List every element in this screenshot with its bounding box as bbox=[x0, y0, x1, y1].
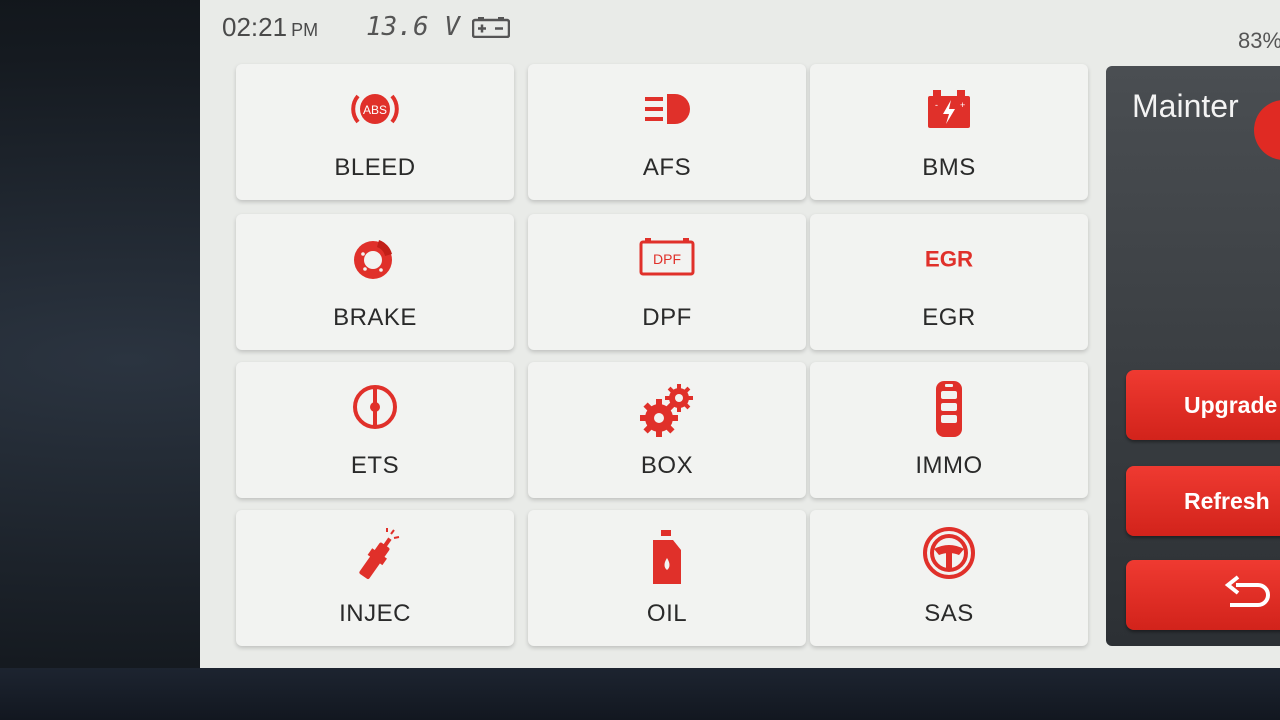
tile-dpf[interactable]: DPF DPF bbox=[528, 214, 806, 350]
tile-box[interactable]: BOX bbox=[528, 362, 806, 498]
clock-time: 02:21 bbox=[222, 12, 288, 42]
side-panel: Mainter Upgrade Refresh bbox=[1106, 66, 1280, 646]
key-fob-icon bbox=[919, 381, 979, 437]
tile-label: BRAKE bbox=[333, 304, 417, 331]
tile-label: AFS bbox=[642, 154, 692, 181]
brake-disc-icon bbox=[345, 234, 405, 284]
tile-immo[interactable]: IMMO bbox=[810, 362, 1088, 498]
clock-ampm: PM bbox=[291, 20, 319, 40]
tile-label: ETS bbox=[350, 452, 400, 479]
tile-label: IMMO bbox=[915, 452, 983, 479]
abs-icon: ABS bbox=[345, 84, 405, 134]
status-bar: 02:21 PM 13.6 V 83% bbox=[200, 0, 1280, 58]
tile-sas[interactable]: SAS bbox=[810, 510, 1088, 646]
svg-text:-: - bbox=[935, 100, 938, 110]
tile-afs[interactable]: AFS bbox=[528, 64, 806, 200]
back-arrow-icon bbox=[1224, 575, 1270, 607]
device-screen: 02:21 PM 13.6 V 83% ABS BLEED AFS - + BM… bbox=[200, 0, 1280, 668]
battery-voltage: 13.6 V bbox=[366, 12, 460, 42]
throttle-icon bbox=[345, 382, 405, 432]
tile-brake[interactable]: BRAKE bbox=[236, 214, 514, 350]
tile-bleed[interactable]: ABS BLEED bbox=[236, 64, 514, 200]
device-bezel bbox=[0, 668, 1280, 720]
tile-ets[interactable]: ETS bbox=[236, 362, 514, 498]
car-battery-icon bbox=[472, 17, 510, 38]
dpf-icon-text: DPF bbox=[653, 251, 681, 267]
function-grid: ABS BLEED AFS - + BMS BRAKE DPF DPF EGR … bbox=[236, 64, 1088, 648]
abs-text: ABS bbox=[363, 103, 387, 117]
tile-oil[interactable]: OIL bbox=[528, 510, 806, 646]
headlight-icon bbox=[637, 84, 697, 134]
battery-icon: - + bbox=[919, 84, 979, 134]
steering-wheel-icon bbox=[919, 527, 979, 580]
dpf-icon: DPF bbox=[637, 234, 697, 284]
tile-label: OIL bbox=[646, 600, 688, 627]
tile-egr[interactable]: EGR EGR bbox=[810, 214, 1088, 350]
tile-bms[interactable]: - + BMS bbox=[810, 64, 1088, 200]
tile-label: BOX bbox=[640, 452, 694, 479]
tile-injec[interactable]: INJEC bbox=[236, 510, 514, 646]
refresh-button[interactable]: Refresh bbox=[1126, 466, 1280, 536]
tile-label: SAS bbox=[924, 600, 974, 627]
tile-label: EGR bbox=[922, 304, 976, 331]
svg-text:+: + bbox=[960, 100, 965, 110]
egr-icon: EGR bbox=[919, 234, 979, 284]
tile-label: INJEC bbox=[339, 600, 411, 627]
tile-label: DPF bbox=[642, 304, 692, 331]
oil-can-icon bbox=[637, 530, 697, 584]
gears-icon bbox=[637, 382, 697, 437]
back-button[interactable] bbox=[1126, 560, 1280, 630]
upgrade-button[interactable]: Upgrade bbox=[1126, 370, 1280, 440]
clock: 02:21 PM bbox=[222, 12, 318, 43]
egr-icon-text: EGR bbox=[925, 247, 973, 272]
tile-label: BLEED bbox=[334, 154, 416, 181]
tile-label: BMS bbox=[922, 154, 976, 181]
injector-icon bbox=[345, 528, 405, 580]
battery-percent: 83% bbox=[1238, 28, 1280, 53]
